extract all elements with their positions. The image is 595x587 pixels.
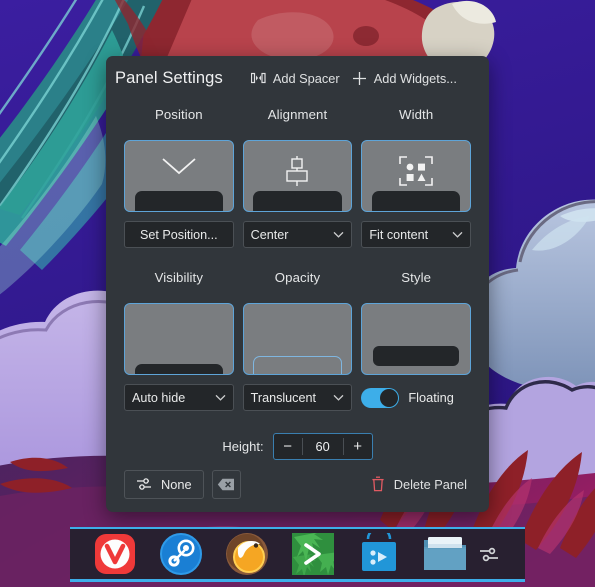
set-position-button[interactable]: Set Position... [124, 221, 234, 248]
dock-icon-list [80, 532, 467, 576]
vivaldi-icon [95, 534, 135, 574]
width-preview-bar [372, 191, 461, 211]
position-preview[interactable] [124, 140, 234, 212]
row1-previews [106, 140, 489, 212]
backspace-icon [217, 478, 235, 491]
add-widgets-label: Add Widgets... [373, 70, 457, 86]
row2-previews [106, 303, 489, 375]
alignment-value: Center [250, 227, 289, 242]
taskbar-dock [70, 527, 525, 582]
add-widgets-button[interactable]: Add Widgets... [346, 67, 463, 90]
delete-panel-button[interactable]: Delete Panel [367, 471, 471, 497]
firefox-developer-icon [226, 533, 268, 575]
group-label-visibility: Visibility [154, 270, 204, 285]
vscode-insiders-icon [292, 533, 334, 575]
dock-item-discover[interactable] [357, 532, 401, 576]
page-title: Panel Settings [115, 68, 223, 87]
add-spacer-button[interactable]: Add Spacer [245, 67, 346, 90]
visibility-combobox[interactable]: Auto hide [124, 384, 234, 411]
opacity-combobox[interactable]: Translucent [242, 384, 353, 411]
chevron-down-icon [125, 155, 233, 177]
dialog-footer: None Delete Panel [106, 456, 489, 512]
height-value[interactable]: 60 [303, 439, 343, 454]
dock-item-vscode-insiders[interactable] [291, 532, 335, 576]
discover-icon [362, 533, 396, 571]
dock-item-steam[interactable] [159, 532, 203, 576]
fit-content-icon [362, 155, 470, 187]
style-preview-bar [373, 346, 460, 366]
chevron-down-icon [215, 394, 226, 401]
group-label-position: Position [154, 107, 203, 122]
panel-settings-dialog: Panel Settings Add Spacer Add Widgets... [106, 56, 489, 512]
row1-controls: Set Position... Center Fit content [106, 221, 489, 248]
dock-item-vivaldi[interactable] [93, 532, 137, 576]
opacity-preview-bar [253, 356, 342, 374]
system-tray-button[interactable] [479, 546, 515, 563]
chevron-down-icon [333, 231, 344, 238]
panel-settings-none-button[interactable]: None [124, 469, 204, 499]
none-button-label: None [161, 476, 192, 492]
group-label-style: Style [401, 270, 432, 285]
height-label: Height: [222, 439, 264, 454]
row1-labels: Position Alignment Width [106, 107, 489, 130]
alignment-combobox[interactable]: Center [242, 221, 353, 248]
alignment-preview[interactable] [242, 140, 353, 212]
dialog-header: Panel Settings Add Spacer Add Widgets... [106, 59, 489, 97]
align-center-icon [244, 155, 352, 187]
group-label-width: Width [399, 107, 434, 122]
opacity-preview[interactable] [242, 303, 353, 375]
dolphin-folder-icon [424, 537, 466, 570]
visibility-preview[interactable] [124, 303, 234, 375]
add-spacer-label: Add Spacer [272, 70, 340, 86]
toggle-knob [380, 388, 399, 407]
group-label-alignment: Alignment [267, 107, 328, 122]
spacer-icon [250, 72, 266, 85]
floating-toggle[interactable] [361, 387, 400, 408]
trash-icon [371, 476, 385, 492]
width-preview[interactable] [361, 140, 471, 212]
row2-labels: Visibility Opacity Style [106, 270, 489, 293]
group-label-opacity: Opacity [274, 270, 321, 285]
row2-controls: Auto hide Translucent Floating [106, 384, 489, 411]
visibility-value: Auto hide [132, 390, 186, 405]
opacity-value: Translucent [250, 390, 316, 405]
visibility-preview-bar [134, 364, 223, 374]
dock-item-firefox-dev[interactable] [225, 532, 269, 576]
width-combobox[interactable]: Fit content [361, 221, 471, 248]
chevron-down-icon [333, 394, 344, 401]
delete-panel-label: Delete Panel [393, 476, 467, 492]
clear-shortcut-button[interactable] [211, 469, 241, 499]
sliders-icon [136, 477, 152, 491]
width-value: Fit content [369, 227, 429, 242]
floating-toggle-cell: Floating [361, 384, 471, 411]
chevron-down-icon [452, 231, 463, 238]
plus-icon [352, 71, 367, 86]
floating-toggle-label: Floating [408, 390, 454, 405]
alignment-preview-bar [253, 191, 342, 211]
style-preview[interactable] [361, 303, 471, 375]
steam-icon [160, 533, 202, 575]
sliders-icon [479, 546, 499, 563]
dock-item-dolphin[interactable] [423, 532, 467, 576]
position-preview-bar [134, 191, 223, 211]
